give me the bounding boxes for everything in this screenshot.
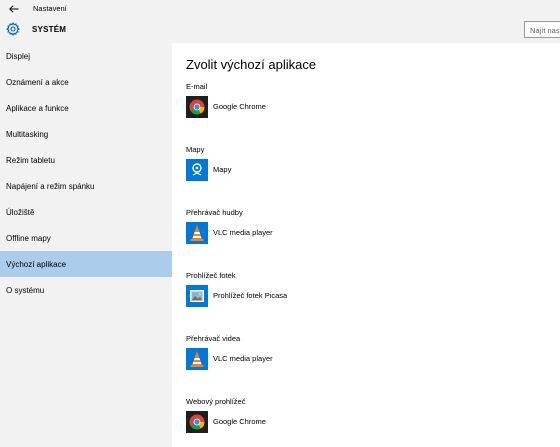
main-content: Zvolit výchozí aplikace E-mail Google Ch… [172,43,560,447]
section-label: E-mail [186,82,208,91]
app-name: Prohlížeč fotek Picasa [213,291,288,300]
sidebar-item-vychozi-aplikace[interactable]: Výchozí aplikace [0,251,172,277]
section-label: Webový prohlížeč [186,397,246,406]
page-header: SYSTÉM Najít nasta [0,19,560,43]
sidebar-item-o-systemu[interactable]: O systému [0,277,172,303]
default-app-button-fotky[interactable]: Prohlížeč fotek Picasa [186,285,386,309]
page-title: Zvolit výchozí aplikace [186,57,317,72]
default-app-button-mapy[interactable]: Mapy [186,159,386,183]
back-button[interactable] [6,2,22,16]
app-name: VLC media player [213,228,273,237]
default-app-button-email[interactable]: Google Chrome [186,96,386,120]
app-name: Mapy [213,165,232,174]
app-name: Google Chrome [213,417,266,426]
section-label: Prohlížeč fotek [186,271,236,280]
sidebar-item-napajeni[interactable]: Napájení a režim spánku [0,173,172,199]
sidebar-item-displej[interactable]: Displej [0,43,172,69]
sidebar: Displej Oznámení a akce Aplikace a funkc… [0,43,172,447]
gear-icon [6,22,20,36]
sidebar-item-aplikace[interactable]: Aplikace a funkce [0,95,172,121]
default-app-button-video[interactable]: VLC media player [186,348,386,372]
search-input[interactable]: Najít nasta [524,21,560,38]
window-title: Nastavení [33,4,67,13]
app-name: Google Chrome [213,102,266,111]
title-bar: Nastavení [0,0,560,19]
back-arrow-icon [9,5,19,13]
picasa-icon [186,285,208,307]
vlc-icon [186,222,208,244]
default-app-button-hudba[interactable]: VLC media player [186,222,386,246]
section-label: Mapy [186,145,205,154]
sidebar-item-rezim-tabletu[interactable]: Režim tabletu [0,147,172,173]
sidebar-item-oznameni[interactable]: Oznámení a akce [0,69,172,95]
sidebar-item-offline-mapy[interactable]: Offline mapy [0,225,172,251]
app-name: VLC media player [213,354,273,363]
section-title: SYSTÉM [32,25,67,34]
chrome-icon [186,96,208,118]
section-label: Přehrávač videa [186,334,241,343]
maps-icon [186,159,208,181]
sidebar-item-multitasking[interactable]: Multitasking [0,121,172,147]
chrome-icon [186,411,208,433]
default-app-button-web[interactable]: Google Chrome [186,411,386,435]
vlc-icon [186,348,208,370]
section-label: Přehrávač hudby [186,208,243,217]
sidebar-item-uloziste[interactable]: Úložiště [0,199,172,225]
